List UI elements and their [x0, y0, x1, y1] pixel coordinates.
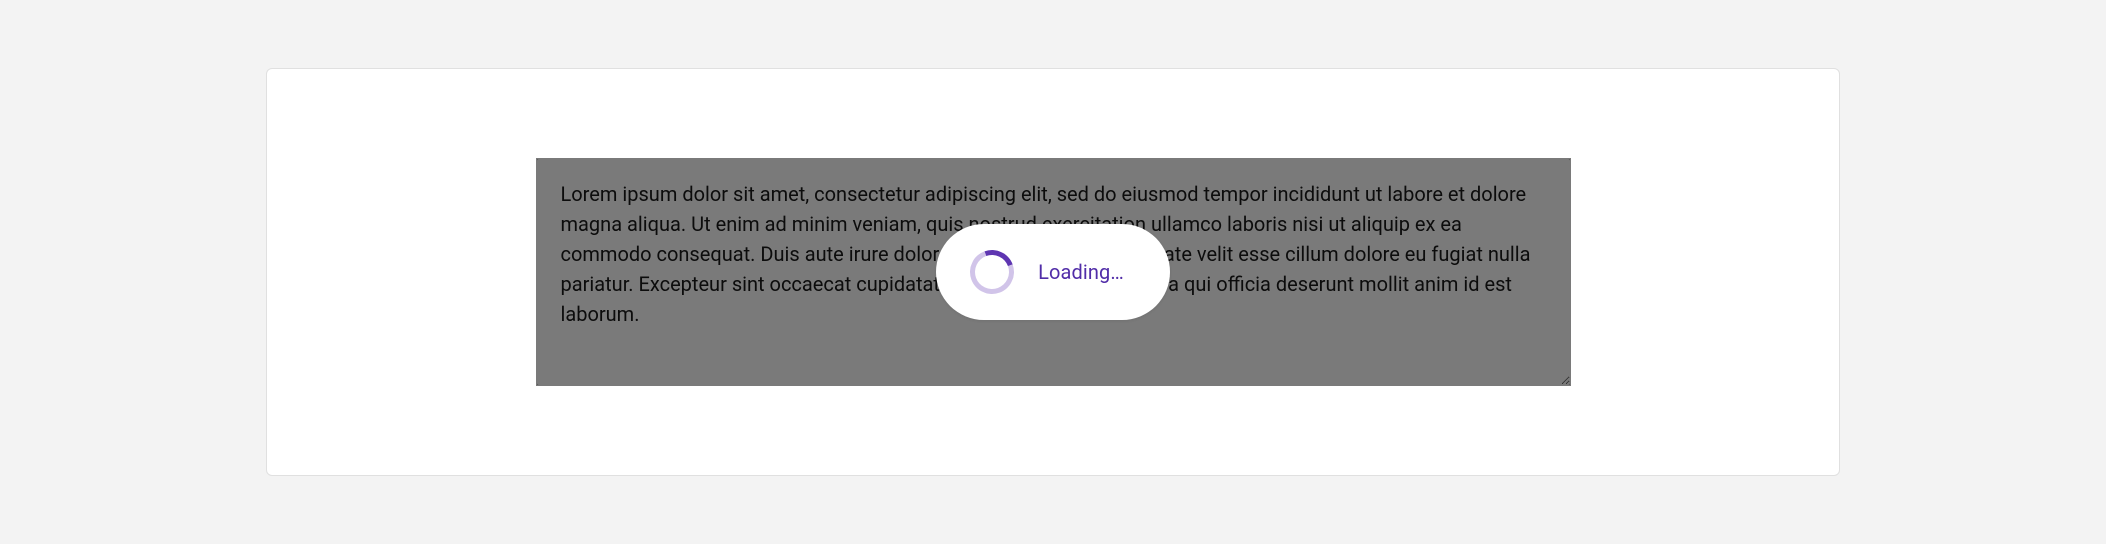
- loading-overlay: Loading…: [536, 158, 1571, 386]
- demo-frame: Loading…: [266, 68, 1840, 476]
- loading-label: Loading…: [1038, 260, 1124, 284]
- spinner-icon: [963, 243, 1021, 301]
- loading-indicator: Loading…: [936, 224, 1170, 320]
- textarea-container: Loading…: [536, 158, 1571, 386]
